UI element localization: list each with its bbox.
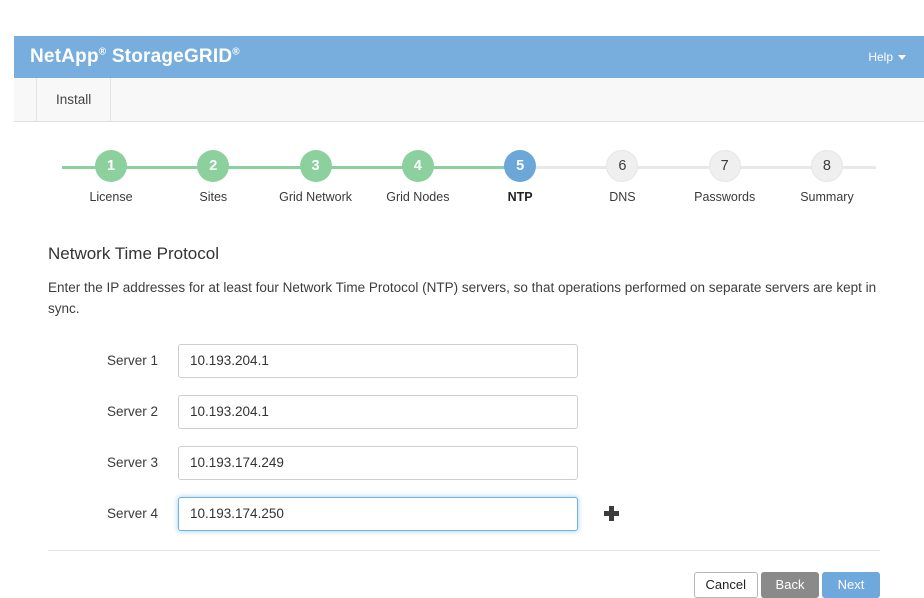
ntp-server-row-4: Server 4: [48, 497, 890, 531]
step-grid-network-number: 3: [300, 150, 332, 182]
help-menu-label: Help: [868, 50, 893, 64]
step-sites[interactable]: 2 Sites: [164, 150, 262, 204]
step-passwords-number: 7: [709, 150, 741, 182]
tab-bar-left-spacer: [14, 78, 37, 121]
ntp-server-4-label: Server 4: [48, 506, 178, 521]
brand-name: NetApp: [30, 46, 99, 67]
ntp-server-2-label: Server 2: [48, 404, 178, 419]
step-ntp-label: NTP: [508, 190, 533, 204]
ntp-server-form: Server 1 Server 2 Server 3 Server 4: [48, 344, 890, 531]
step-summary-number: 8: [811, 150, 843, 182]
step-sites-label: Sites: [199, 190, 227, 204]
step-ntp[interactable]: 5 NTP: [471, 150, 569, 204]
install-stepper: 1 License 2 Sites 3 Grid Network 4 Grid …: [48, 150, 890, 220]
step-summary-label: Summary: [800, 190, 853, 204]
step-ntp-number: 5: [504, 150, 536, 182]
back-button[interactable]: Back: [761, 572, 819, 598]
step-grid-nodes-number: 4: [402, 150, 434, 182]
stepper-steps: 1 License 2 Sites 3 Grid Network 4 Grid …: [62, 150, 876, 204]
step-license-label: License: [89, 190, 132, 204]
tab-install[interactable]: Install: [37, 78, 111, 121]
step-grid-nodes-label: Grid Nodes: [386, 190, 449, 204]
step-passwords-label: Passwords: [694, 190, 755, 204]
step-summary[interactable]: 8 Summary: [778, 150, 876, 204]
step-grid-network-label: Grid Network: [279, 190, 352, 204]
chevron-down-icon: [898, 55, 906, 60]
page-description: Enter the IP addresses for at least four…: [48, 278, 888, 320]
cancel-button[interactable]: Cancel: [694, 572, 758, 598]
step-license-number: 1: [95, 150, 127, 182]
add-server-button[interactable]: [600, 503, 622, 525]
page-title: Network Time Protocol: [48, 244, 890, 264]
step-sites-number: 2: [197, 150, 229, 182]
step-passwords[interactable]: 7 Passwords: [676, 150, 774, 204]
step-grid-nodes[interactable]: 4 Grid Nodes: [369, 150, 467, 204]
footer-actions: Cancel Back Next: [48, 572, 880, 598]
step-dns-number: 6: [606, 150, 638, 182]
step-license[interactable]: 1 License: [62, 150, 160, 204]
brand-product-registered-mark: ®: [232, 47, 240, 58]
step-dns-label: DNS: [609, 190, 635, 204]
footer-divider: [48, 550, 880, 551]
tab-install-label: Install: [56, 92, 91, 107]
tab-bar: Install: [14, 78, 924, 122]
step-grid-network[interactable]: 3 Grid Network: [267, 150, 365, 204]
application-window: NetApp® StorageGRID® Help Install: [14, 36, 924, 592]
brand-product: StorageGRID: [112, 46, 232, 67]
ntp-server-2-input[interactable]: [178, 395, 578, 429]
brand-title: NetApp® StorageGRID®: [30, 46, 240, 68]
next-button[interactable]: Next: [822, 572, 880, 598]
ntp-server-4-input[interactable]: [178, 497, 578, 531]
ntp-server-row-2: Server 2: [48, 395, 890, 429]
ntp-server-row-1: Server 1: [48, 344, 890, 378]
brand-name-registered-mark: ®: [99, 47, 107, 58]
plus-icon: [604, 506, 619, 521]
step-dns[interactable]: 6 DNS: [573, 150, 671, 204]
ntp-server-row-3: Server 3: [48, 446, 890, 480]
help-menu-button[interactable]: Help: [868, 50, 910, 64]
ntp-server-3-label: Server 3: [48, 455, 178, 470]
ntp-server-3-input[interactable]: [178, 446, 578, 480]
ntp-server-1-label: Server 1: [48, 353, 178, 368]
ntp-server-1-input[interactable]: [178, 344, 578, 378]
page-content: 1 License 2 Sites 3 Grid Network 4 Grid …: [14, 150, 924, 598]
app-header: NetApp® StorageGRID® Help: [14, 36, 924, 78]
